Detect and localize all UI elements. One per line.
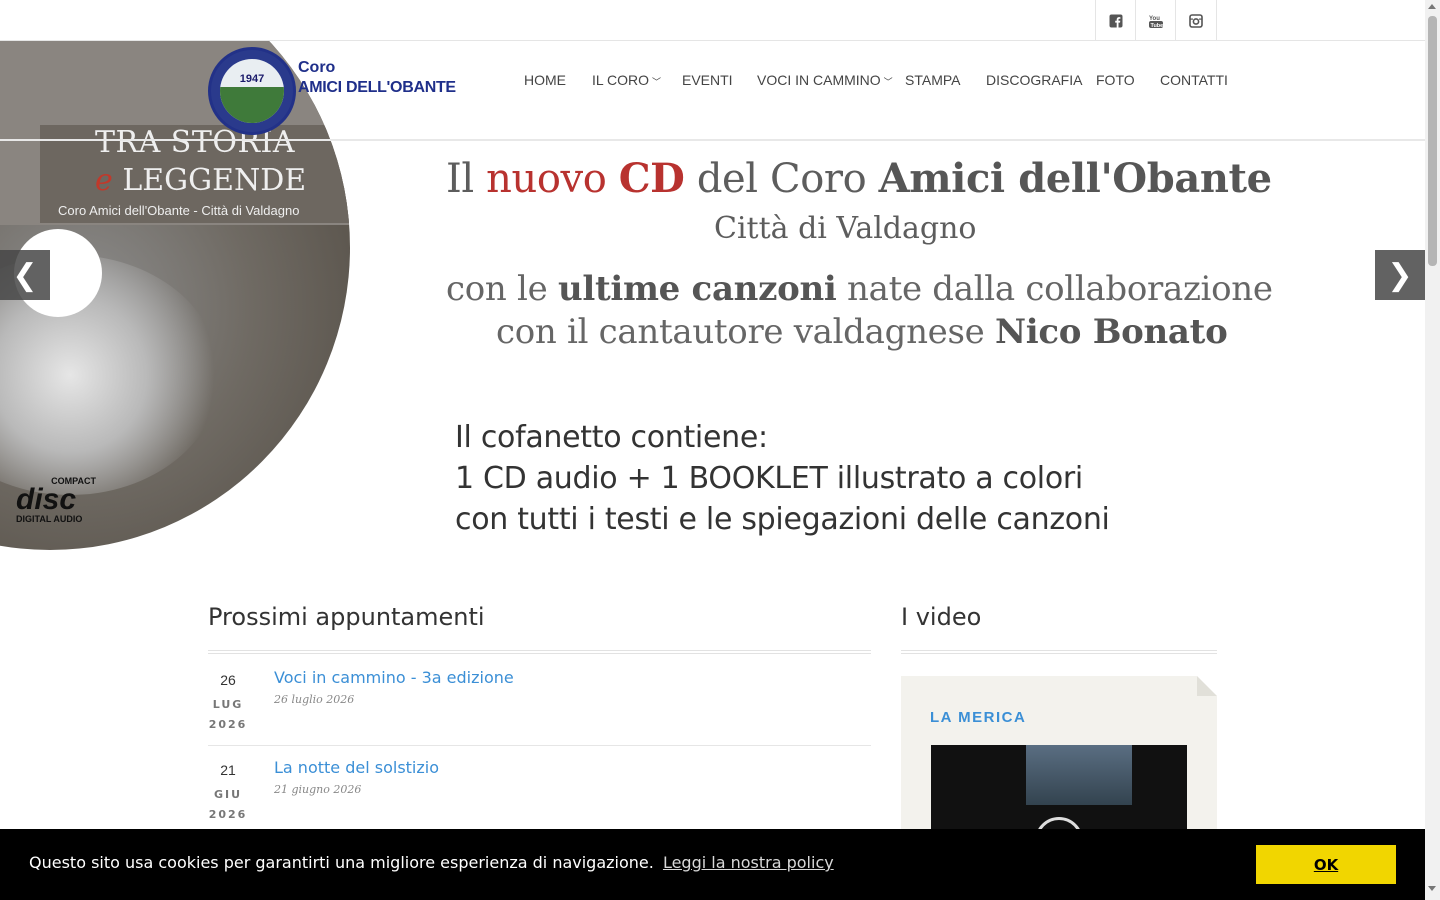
site-header: 1947 Coro AMICI DELL'OBANTE HOME IL CORO… xyxy=(0,41,1425,141)
top-bar: You Tube xyxy=(0,0,1425,41)
hero-line4: con il cantautore valdagnese Nico Bonato xyxy=(496,312,1228,352)
event-title-link[interactable]: Voci in cammino - 3a edizione xyxy=(274,668,514,687)
event-day: 21 xyxy=(220,762,236,778)
nav-discografia[interactable]: DISCOGRAFIA xyxy=(986,72,1082,88)
cookie-ok-button[interactable]: OK xyxy=(1256,845,1396,884)
facebook-icon[interactable] xyxy=(1095,0,1135,41)
social-links: You Tube xyxy=(1095,0,1217,41)
cd-subtitle: Coro Amici dell'Obante - Città di Valdag… xyxy=(58,203,300,218)
event-item: 26 LUG 2026 Voci in cammino - 3a edizion… xyxy=(208,656,871,746)
video-title-link[interactable]: LA MERICA xyxy=(930,709,1026,726)
nav-foto[interactable]: FOTO xyxy=(1096,72,1135,88)
video-still xyxy=(1026,745,1132,805)
scroll-down-icon[interactable] xyxy=(1428,886,1436,891)
slider-next-button[interactable]: ❯ xyxy=(1375,250,1425,300)
cookie-banner: Questo sito usa cookies per garantirti u… xyxy=(0,829,1425,900)
svg-text:Tube: Tube xyxy=(1150,22,1163,27)
events-divider xyxy=(208,650,871,654)
hero-line3: con le ultime canzoni nate dalla collabo… xyxy=(446,269,1273,309)
scroll-up-icon[interactable] xyxy=(1428,4,1436,9)
hero-headline: Il nuovo CD del Coro Amici dell'Obante xyxy=(446,155,1272,202)
instagram-icon[interactable] xyxy=(1175,0,1217,41)
event-date: 26 luglio 2026 xyxy=(274,693,355,706)
choir-logo[interactable]: 1947 xyxy=(208,47,296,135)
event-title-link[interactable]: La notte del solstizio xyxy=(274,758,439,777)
nav-stampa[interactable]: STAMPA xyxy=(905,72,961,88)
nav-home[interactable]: HOME xyxy=(524,72,566,88)
nav-eventi[interactable]: EVENTI xyxy=(682,72,733,88)
youtube-icon[interactable]: You Tube xyxy=(1135,0,1175,41)
event-day: 26 xyxy=(220,672,236,688)
compact-disc-logo: COMPACT disc DIGITAL AUDIO xyxy=(16,476,96,524)
logo-title-name[interactable]: AMICI DELL'OBANTE xyxy=(298,79,456,97)
scroll-thumb[interactable] xyxy=(1428,16,1437,266)
cd-title-line2: e LEGGENDE xyxy=(95,163,307,198)
nav-contatti[interactable]: CONTATTI xyxy=(1160,72,1228,88)
cookie-policy-link[interactable]: Leggi la nostra policy xyxy=(663,853,834,872)
event-date: 21 giugno 2026 xyxy=(274,783,362,796)
card-fold xyxy=(1197,676,1217,696)
page-scrollbar[interactable] xyxy=(1425,0,1440,900)
chevron-down-icon: ﹀ xyxy=(652,77,662,87)
hero-box-line3: con tutti i testi e le spiegazioni delle… xyxy=(455,502,1110,537)
videos-section-title: I video xyxy=(901,603,982,631)
videos-divider xyxy=(901,650,1217,654)
event-year: 2026 xyxy=(208,718,248,731)
hero-box-line2: 1 CD audio + 1 BOOKLET illustrato a colo… xyxy=(455,461,1083,496)
nav-voci-in-cammino[interactable]: VOCI IN CAMMINO ﹀ xyxy=(757,72,893,88)
chevron-down-icon: ﹀ xyxy=(883,77,893,87)
hero-box-line1: Il cofanetto contiene: xyxy=(455,420,768,455)
nav-il-coro[interactable]: IL CORO ﹀ xyxy=(592,72,661,88)
hero-city: Città di Valdagno xyxy=(714,211,977,246)
cookie-message: Questo sito usa cookies per garantirti u… xyxy=(29,853,834,872)
slider-prev-button[interactable]: ❮ xyxy=(0,250,50,300)
events-section-title: Prossimi appuntamenti xyxy=(208,603,485,631)
event-month: GIU xyxy=(213,788,243,801)
event-year: 2026 xyxy=(208,808,248,821)
event-month: LUG xyxy=(212,698,244,711)
event-item: 21 GIU 2026 La notte del solstizio 21 gi… xyxy=(208,746,871,836)
logo-title-coro[interactable]: Coro xyxy=(298,59,335,77)
